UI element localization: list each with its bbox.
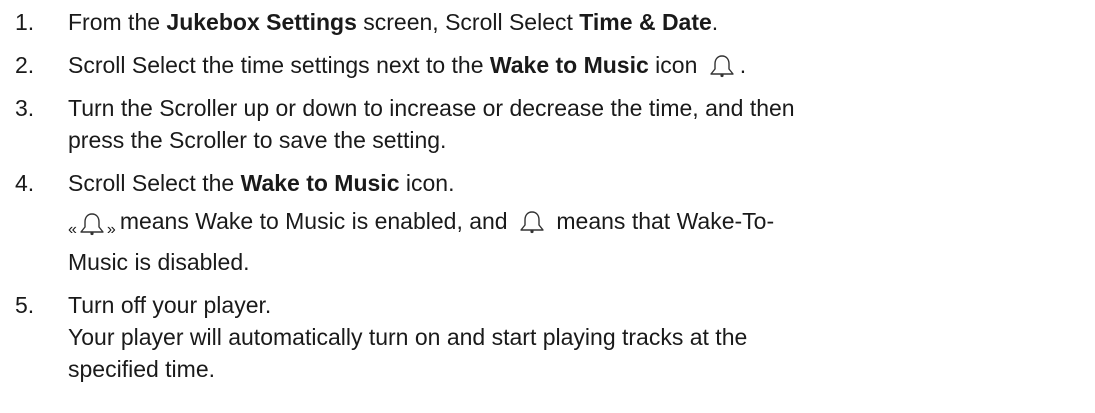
step-number: 1. bbox=[15, 9, 35, 35]
step-number: 5. bbox=[15, 292, 35, 318]
chevron-right: » bbox=[106, 221, 116, 238]
menu-item-name: Time & Date bbox=[579, 9, 712, 35]
step-4: 4. Scroll Select the Wake to Music icon.… bbox=[0, 167, 1095, 278]
instruction-list: 1. From the Jukebox Settings screen, Scr… bbox=[0, 0, 1095, 382]
feature-name: Wake to Music bbox=[240, 170, 400, 196]
step-text: Scroll Select the time settings next to … bbox=[68, 52, 747, 78]
step-text-line-3: specified time. bbox=[68, 356, 216, 382]
screen-name: Jukebox Settings bbox=[166, 9, 357, 35]
step-number: 3. bbox=[15, 95, 35, 121]
step-number: 2. bbox=[15, 52, 35, 78]
step-text-line-2: Your player will automatically turn on a… bbox=[68, 324, 748, 350]
step-text-line-1: Scroll Select the Wake to Music icon. bbox=[68, 170, 455, 196]
step-5: 5. Turn off your player. Your player wil… bbox=[0, 289, 1095, 385]
chevron-left: « bbox=[68, 221, 77, 238]
step-text-line-2: « » means Wake to Music is enabled, and m… bbox=[68, 205, 1095, 246]
step-text-line-3: Music is disabled. bbox=[68, 249, 250, 275]
step-2: 2. Scroll Select the time settings next … bbox=[0, 49, 1095, 81]
bell-icon bbox=[520, 211, 544, 234]
bell-enabled-icon: « » bbox=[68, 207, 116, 246]
step-number: 4. bbox=[15, 170, 35, 196]
bell-icon bbox=[710, 55, 734, 78]
bell-icon bbox=[80, 213, 104, 236]
step-1: 1. From the Jukebox Settings screen, Scr… bbox=[0, 6, 1095, 38]
step-3: 3. Turn the Scroller up or down to incre… bbox=[0, 92, 1095, 156]
step-text-line-2: press the Scroller to save the setting. bbox=[68, 127, 447, 153]
step-text-line-1: Turn the Scroller up or down to increase… bbox=[68, 95, 795, 121]
step-text-line-1: Turn off your player. bbox=[68, 292, 272, 318]
step-text: From the Jukebox Settings screen, Scroll… bbox=[68, 9, 719, 35]
feature-name: Wake to Music bbox=[489, 52, 649, 78]
